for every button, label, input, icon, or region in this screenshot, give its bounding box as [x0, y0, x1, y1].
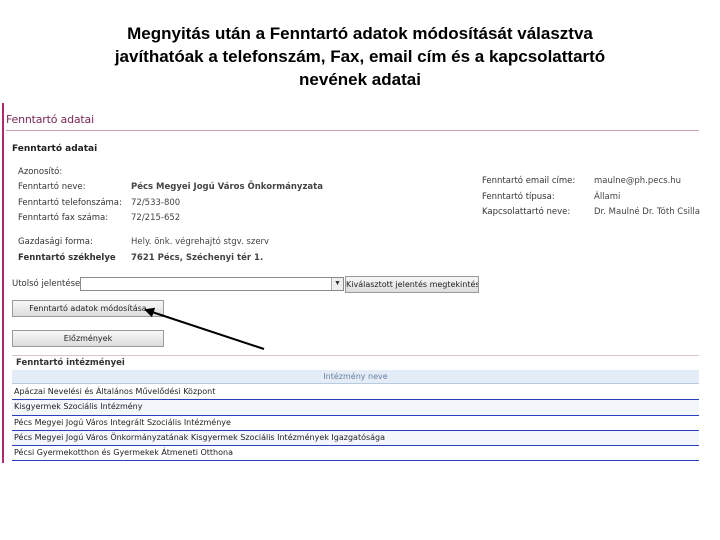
app-header-title: Fenntartó adatai — [6, 113, 94, 126]
table-row[interactable]: Pécs Megyei Jogú Város Integrált Szociál… — [12, 416, 699, 431]
header-divider — [6, 130, 699, 131]
app-screenshot: Fenntartó adatai Fenntartó adatai Azonos… — [0, 103, 720, 540]
modify-data-button[interactable]: Fenntartó adatok módosítása — [12, 300, 164, 317]
institutions-table: Apáczai Nevelési és Általános Művelődési… — [12, 385, 699, 462]
slide-title-line-3: nevének adatai — [299, 70, 421, 89]
field-label-telefonszam: Fenntartó telefonszáma: — [18, 198, 122, 208]
field-value-szekhely: 7621 Pécs, Széchenyi tér 1. — [131, 253, 264, 263]
table-row[interactable]: Pécsi Gyermekotthon és Gyermekek Átmenet… — [12, 446, 699, 462]
field-label-tipus: Fenntartó típusa: — [482, 192, 555, 202]
field-value-kapcsolattarto: Dr. Maulné Dr. Tóth Csilla — [594, 207, 700, 217]
view-report-button[interactable]: Kiválasztott jelentés megtekintése — [345, 276, 479, 293]
table-row[interactable]: Kisgyermek Szociális Intézmény — [12, 400, 699, 416]
section-title: Fenntartó adatai — [12, 144, 98, 154]
field-value-email: maulne@ph.pecs.hu — [594, 176, 682, 186]
field-label-szekhely: Fenntartó székhelye — [18, 253, 116, 263]
field-value-gazdasagi-forma: Hely. önk. végrehajtó stgv. szerv — [131, 237, 270, 247]
slide-title-line-2: javíthatóak a telefonszám, Fax, email cí… — [114, 47, 606, 66]
chevron-down-icon[interactable]: ▼ — [331, 278, 343, 290]
institutions-title: Fenntartó intézményei — [12, 355, 699, 369]
last-reports-label: Utolsó jelentések: — [12, 279, 89, 289]
field-label-gazdasagi-forma: Gazdasági forma: — [18, 237, 93, 247]
institutions-column-header[interactable]: Intézmény neve — [12, 370, 699, 384]
field-label-azonosito: Azonosító: — [18, 167, 63, 177]
field-label-email: Fenntartó email címe: — [482, 176, 576, 186]
field-value-telefonszam: 72/533-800 — [131, 198, 181, 208]
table-row[interactable]: Pécs Megyei Jogú Város Önkormányzatának … — [12, 430, 699, 447]
field-label-fenntarto-neve: Fenntartó neve: — [18, 182, 86, 192]
field-label-kapcsolattarto: Kapcsolattartó neve: — [482, 207, 571, 217]
table-row[interactable]: Apáczai Nevelési és Általános Művelődési… — [12, 385, 699, 401]
field-label-fax: Fenntartó fax száma: — [18, 213, 109, 223]
field-value-tipus: Állami — [594, 192, 621, 202]
slide-title: Megnyitás után a Fenntartó adatok módosí… — [30, 22, 690, 91]
slide-title-line-1: Megnyitás után a Fenntartó adatok módosí… — [127, 24, 593, 43]
left-accent-bar — [2, 103, 4, 463]
field-value-fax: 72/215-652 — [131, 213, 181, 223]
last-reports-select[interactable]: ▼ — [80, 277, 344, 291]
history-button[interactable]: Előzmények — [12, 330, 164, 347]
field-value-fenntarto-neve: Pécs Megyei Jogú Város Önkormányzata — [131, 182, 323, 192]
